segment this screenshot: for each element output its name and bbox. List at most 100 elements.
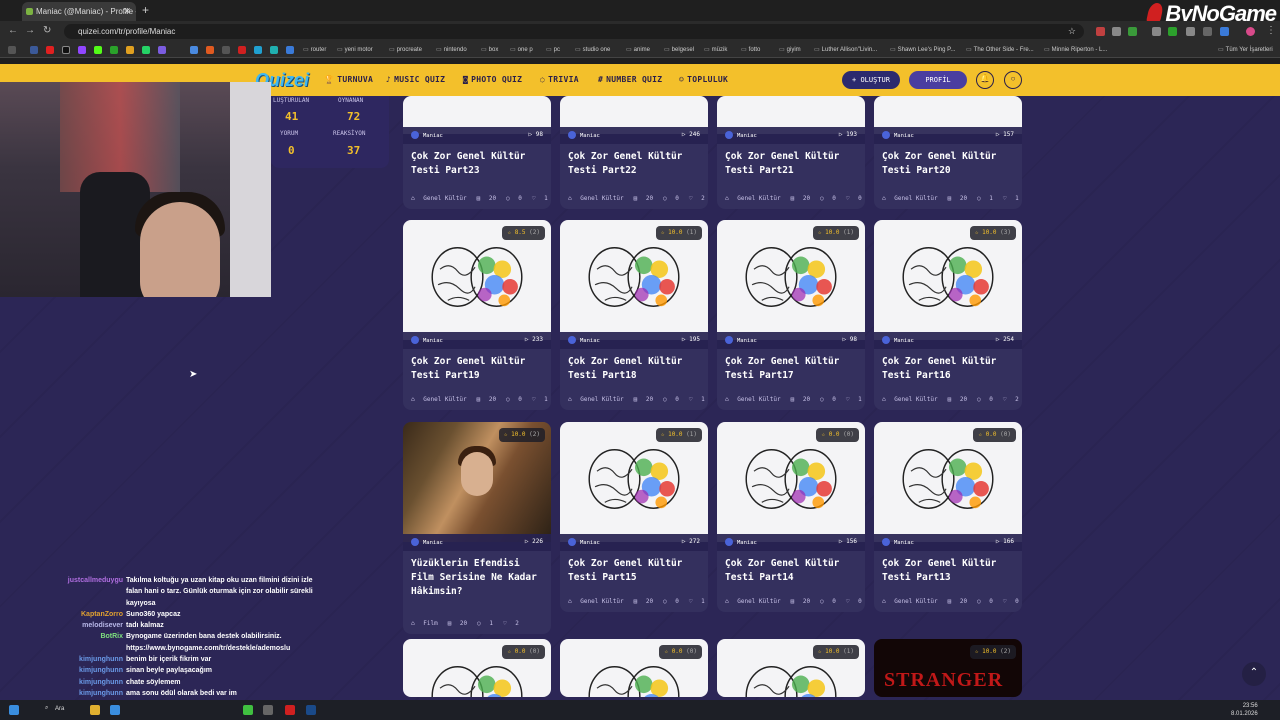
nav-topluluk[interactable]: ☺ TOPLULUK xyxy=(679,75,728,84)
like-count[interactable]: ♡ 1 xyxy=(1003,195,1022,202)
category-label[interactable]: ⌂ Genel Kültür xyxy=(568,195,629,202)
bookmark-icon[interactable] xyxy=(110,46,118,54)
quiz-card[interactable]: ☆ 10.0 (1) Maniac ▷ 195 Çok Zor Genel Kültü… xyxy=(560,220,708,410)
bookmark-icon[interactable] xyxy=(206,46,214,54)
kick-icon[interactable] xyxy=(94,46,102,54)
like-count[interactable]: ♡ 2 xyxy=(503,620,524,627)
forward-icon[interactable]: → xyxy=(25,25,35,36)
bookmark-item[interactable]: müzik xyxy=(704,46,728,53)
like-count[interactable]: ♡ 1 xyxy=(689,598,708,605)
like-count[interactable]: ♡ 2 xyxy=(689,195,708,202)
category-label[interactable]: ⌂ Genel Kültür xyxy=(411,195,472,202)
quiz-card[interactable]: ☆ 10.0 (1) Maniac ▷ 98 Çok Zor Genel Kültür… xyxy=(717,220,865,410)
bookmark-item[interactable]: belgesel xyxy=(664,46,694,53)
extension-icon[interactable] xyxy=(1203,27,1212,36)
bookmark-icon[interactable] xyxy=(270,46,278,54)
all-bookmarks[interactable]: Tüm Yer İşaretleri xyxy=(1218,46,1273,53)
author-tag[interactable]: Maniac xyxy=(725,131,757,139)
extension-icon[interactable] xyxy=(1152,27,1161,36)
quiz-title[interactable]: Çok Zor Genel Kültür Testi Part16 xyxy=(882,355,1016,383)
category-label[interactable]: ⌂ Genel Kültür xyxy=(568,598,629,605)
like-count[interactable]: ♡ 1 xyxy=(532,195,551,202)
quiz-title[interactable]: Çok Zor Genel Kültür Testi Part23 xyxy=(411,150,545,178)
extension-icon[interactable] xyxy=(1128,27,1137,36)
extension-icon[interactable] xyxy=(1186,27,1195,36)
quiz-card[interactable]: ☆ 10.0 (3) Maniac ▷ 254 Çok Zor Genel Kültü… xyxy=(874,220,1022,410)
quiz-title[interactable]: Çok Zor Genel Kültür Testi Part18 xyxy=(568,355,702,383)
author-tag[interactable]: Maniac xyxy=(411,538,443,546)
url-input[interactable]: quizei.com/tr/profile/Maniac ☆ xyxy=(64,24,1084,39)
like-count[interactable]: ♡ 0 xyxy=(846,195,865,202)
x-icon[interactable] xyxy=(62,46,70,54)
app-icon[interactable] xyxy=(263,705,273,715)
nav-photo-quiz[interactable]: ◙ PHOTO QUIZ xyxy=(463,75,522,84)
nav-trivia[interactable]: ◌ TRIVIA xyxy=(540,75,579,84)
quiz-card[interactable]: ☆ 8.5 (2) Maniac ▷ 233 Çok Zor Genel Kültür… xyxy=(403,220,551,410)
quiz-title[interactable]: Çok Zor Genel Kültür Testi Part17 xyxy=(725,355,859,383)
nav-music-quiz[interactable]: ♪ MUSIC QUIZ xyxy=(386,75,445,84)
extension-icon[interactable] xyxy=(1096,27,1105,36)
quiz-card[interactable]: Maniac ▷ 98 Çok Zor Genel Kültür Testi Par… xyxy=(403,96,551,209)
taskbar-search-icon[interactable]: ⌕ xyxy=(45,705,48,712)
category-label[interactable]: ⌂ Genel Kültür xyxy=(882,396,943,403)
quiz-card[interactable]: STRANGER ☆ 10.0 (2) xyxy=(874,639,1022,697)
author-tag[interactable]: Maniac xyxy=(411,131,443,139)
like-count[interactable]: ♡ 0 xyxy=(1003,598,1022,605)
quiz-title[interactable]: Yüzüklerin Efendisi Film Serisine Ne Kad… xyxy=(411,557,545,599)
bookmark-icon[interactable] xyxy=(222,46,230,54)
quiz-card[interactable]: ☆ 10.0 (1) Maniac ▷ 272 Çok Zor Genel Kültü… xyxy=(560,422,708,612)
apps-icon[interactable] xyxy=(8,46,16,54)
author-tag[interactable]: Maniac xyxy=(725,538,757,546)
bookmark-item[interactable]: yeni motor xyxy=(337,46,373,53)
bookmark-item[interactable]: nintendo xyxy=(436,46,467,53)
quiz-title[interactable]: Çok Zor Genel Kültür Testi Part14 xyxy=(725,557,859,585)
scroll-top-button[interactable]: ⌃ xyxy=(1242,662,1266,686)
windows-start-icon[interactable] xyxy=(9,705,19,715)
bookmark-item[interactable]: box xyxy=(481,46,499,53)
quiz-card[interactable]: Maniac ▷ 246 Çok Zor Genel Kültür Testi Pa… xyxy=(560,96,708,209)
quiz-title[interactable]: Çok Zor Genel Kültür Testi Part13 xyxy=(882,557,1016,585)
bookmark-item[interactable]: procreate xyxy=(389,46,422,53)
profile-button[interactable]: PROFİL xyxy=(909,71,967,89)
create-button[interactable]: + OLUŞTUR xyxy=(842,71,900,89)
author-tag[interactable]: Maniac xyxy=(411,336,443,344)
quiz-title[interactable]: Çok Zor Genel Kültür Testi Part19 xyxy=(411,355,545,383)
author-tag[interactable]: Maniac xyxy=(882,131,914,139)
quiz-card[interactable]: ☆ 0.0 (0) Maniac ▷ 166 Çok Zor Genel Kültür… xyxy=(874,422,1022,612)
browser-tab[interactable]: Maniac (@Maniac) - Profile - Q ✕ xyxy=(22,2,136,21)
gmail-icon[interactable] xyxy=(190,46,198,54)
steam-icon[interactable] xyxy=(306,705,316,715)
quiz-title[interactable]: Çok Zor Genel Kültür Testi Part20 xyxy=(882,150,1016,178)
menu-icon[interactable]: ⋮ xyxy=(1266,25,1276,36)
category-label[interactable]: ⌂ Genel Kültür xyxy=(725,396,786,403)
back-icon[interactable]: ← xyxy=(8,25,18,36)
folder-icon[interactable] xyxy=(90,705,100,715)
quiz-title[interactable]: Çok Zor Genel Kültür Testi Part15 xyxy=(568,557,702,585)
bookmark-item[interactable]: anime xyxy=(626,46,650,53)
like-count[interactable]: ♡ 0 xyxy=(846,598,865,605)
quiz-card[interactable]: ☆ 0.0 (0) xyxy=(403,639,551,697)
whatsapp-icon[interactable] xyxy=(142,46,150,54)
category-label[interactable]: ⌂ Film xyxy=(411,620,443,627)
search-icon[interactable]: ○ xyxy=(1004,71,1022,89)
quiz-card[interactable]: ☆ 0.0 (0) xyxy=(560,639,708,697)
facebook-icon[interactable] xyxy=(30,46,38,54)
like-count[interactable]: ♡ 1 xyxy=(846,396,865,403)
bookmark-item[interactable]: giyim xyxy=(779,46,801,53)
quiz-card[interactable]: Maniac ▷ 157 Çok Zor Genel Kültür Testi Pa… xyxy=(874,96,1022,209)
author-tag[interactable]: Maniac xyxy=(568,336,600,344)
author-tag[interactable]: Maniac xyxy=(568,131,600,139)
app-icon[interactable] xyxy=(285,705,295,715)
quiz-card[interactable]: Maniac ▷ 193 Çok Zor Genel Kültür Testi Pa… xyxy=(717,96,865,209)
bell-icon[interactable]: 🔔 xyxy=(976,71,994,89)
extension-icon[interactable] xyxy=(1220,27,1229,36)
nav-number-quiz[interactable]: # NUMBER QUIZ xyxy=(598,75,662,84)
bookmark-icon[interactable] xyxy=(286,46,294,54)
bookmark-item[interactable]: one p xyxy=(510,46,533,53)
author-tag[interactable]: Maniac xyxy=(568,538,600,546)
bookmark-icon[interactable] xyxy=(238,46,246,54)
youtube-icon[interactable] xyxy=(46,46,54,54)
quiz-card[interactable]: ☆ 10.0 (1) xyxy=(717,639,865,697)
bookmark-item[interactable]: pc xyxy=(546,46,560,53)
bookmark-item[interactable]: router xyxy=(303,46,327,53)
